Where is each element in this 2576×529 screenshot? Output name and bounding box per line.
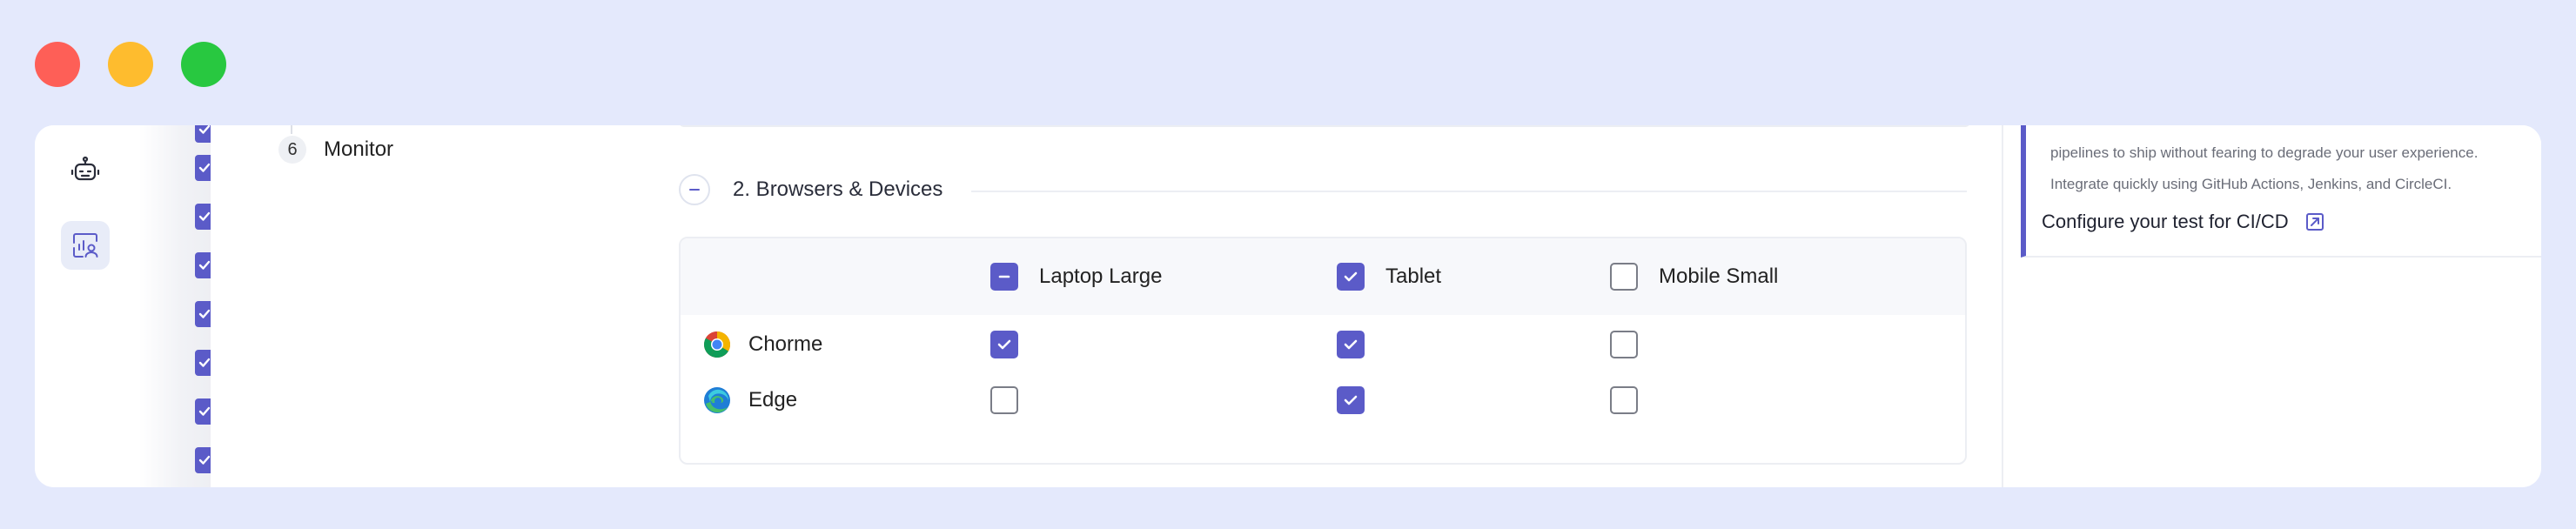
matrix-cell <box>990 374 1018 426</box>
row-name: Edge <box>703 374 797 426</box>
check-icon <box>198 455 211 465</box>
check-icon <box>198 125 211 134</box>
column-tablet[interactable]: Tablet <box>1337 238 1441 315</box>
app-window: 6 Monitor 2. Browsers & Devices Laptop L… <box>35 125 2541 487</box>
chrome-icon <box>704 331 731 358</box>
rail-item-user-analytics[interactable] <box>61 221 110 270</box>
steps-panel: 6 Monitor <box>211 125 646 487</box>
row-label: Edge <box>748 388 798 412</box>
collapse-section-button[interactable] <box>679 174 710 205</box>
main-content: 2. Browsers & Devices Laptop Large Table… <box>644 125 2002 487</box>
chrome-laptop-large-checkbox[interactable] <box>990 331 1018 358</box>
column-label: Tablet <box>1385 264 1442 288</box>
section-title: 2. Browsers & Devices <box>733 177 943 201</box>
chrome-tablet-checkbox[interactable] <box>1337 331 1365 358</box>
link-label: Configure your test for CI/CD <box>2042 211 2289 232</box>
matrix-cell <box>990 318 1018 371</box>
row-name: Chorme <box>703 318 822 371</box>
configure-ci-cd-link[interactable]: Configure your test for CI/CD <box>2042 211 2325 233</box>
matrix-row-edge: Edge <box>681 374 1965 426</box>
check-icon <box>198 309 211 318</box>
check-icon <box>198 260 211 270</box>
browser-device-matrix: Laptop Large Tablet Mobile Small Chorme … <box>679 237 1967 465</box>
column-label: Laptop Large <box>1039 264 1163 288</box>
matrix-row-chrome: Chorme <box>681 318 1965 371</box>
minus-icon <box>689 189 700 191</box>
info-text-line: pipelines to ship without fearing to deg… <box>2050 144 2479 161</box>
edge-tablet-checkbox[interactable] <box>1337 386 1365 414</box>
chrome-mobile-small-checkbox[interactable] <box>1610 331 1638 358</box>
check-icon <box>198 163 211 172</box>
section-divider <box>971 191 1967 192</box>
robot-icon <box>70 156 100 181</box>
window-minimize-button[interactable] <box>108 42 153 87</box>
column-checkbox[interactable] <box>1610 263 1638 291</box>
ci-cd-info-card: pipelines to ship without fearing to deg… <box>2021 125 2541 258</box>
column-mobile-small[interactable]: Mobile Small <box>1610 238 1778 315</box>
user-analytics-icon <box>73 233 98 258</box>
step-label-monitor[interactable]: Monitor <box>324 136 393 164</box>
edge-laptop-large-checkbox[interactable] <box>990 386 1018 414</box>
check-icon <box>1344 395 1358 405</box>
column-checkbox[interactable] <box>990 263 1018 291</box>
check-icon <box>198 358 211 367</box>
edge-mobile-small-checkbox[interactable] <box>1610 386 1638 414</box>
check-icon <box>997 339 1011 350</box>
info-sidebar: pipelines to ship without fearing to deg… <box>2002 125 2541 487</box>
matrix-cell <box>1610 318 1638 371</box>
column-checkbox[interactable] <box>1337 263 1365 291</box>
section-header: 2. Browsers & Devices <box>679 172 1967 211</box>
column-label: Mobile Small <box>1659 264 1779 288</box>
rail-item-robot[interactable] <box>61 146 110 195</box>
matrix-header: Laptop Large Tablet Mobile Small <box>681 238 1965 315</box>
indeterminate-icon <box>998 275 1010 278</box>
icon-rail <box>35 125 139 487</box>
row-label: Chorme <box>748 332 823 356</box>
matrix-cell <box>1337 374 1365 426</box>
edge-icon <box>704 387 730 413</box>
matrix-cell <box>1337 318 1365 371</box>
check-icon <box>1344 339 1358 350</box>
matrix-cell <box>1610 374 1638 426</box>
window-maximize-button[interactable] <box>181 42 226 87</box>
external-link-icon <box>2305 213 2324 231</box>
check-icon <box>198 211 211 221</box>
step-number: 6 <box>278 136 306 164</box>
window-close-button[interactable] <box>35 42 80 87</box>
step-connector <box>291 125 292 134</box>
previous-section-card <box>679 125 1970 127</box>
check-icon <box>1344 271 1358 282</box>
info-text-line: Integrate quickly using GitHub Actions, … <box>2050 176 2452 192</box>
column-laptop-large[interactable]: Laptop Large <box>990 238 1162 315</box>
check-icon <box>198 406 211 416</box>
